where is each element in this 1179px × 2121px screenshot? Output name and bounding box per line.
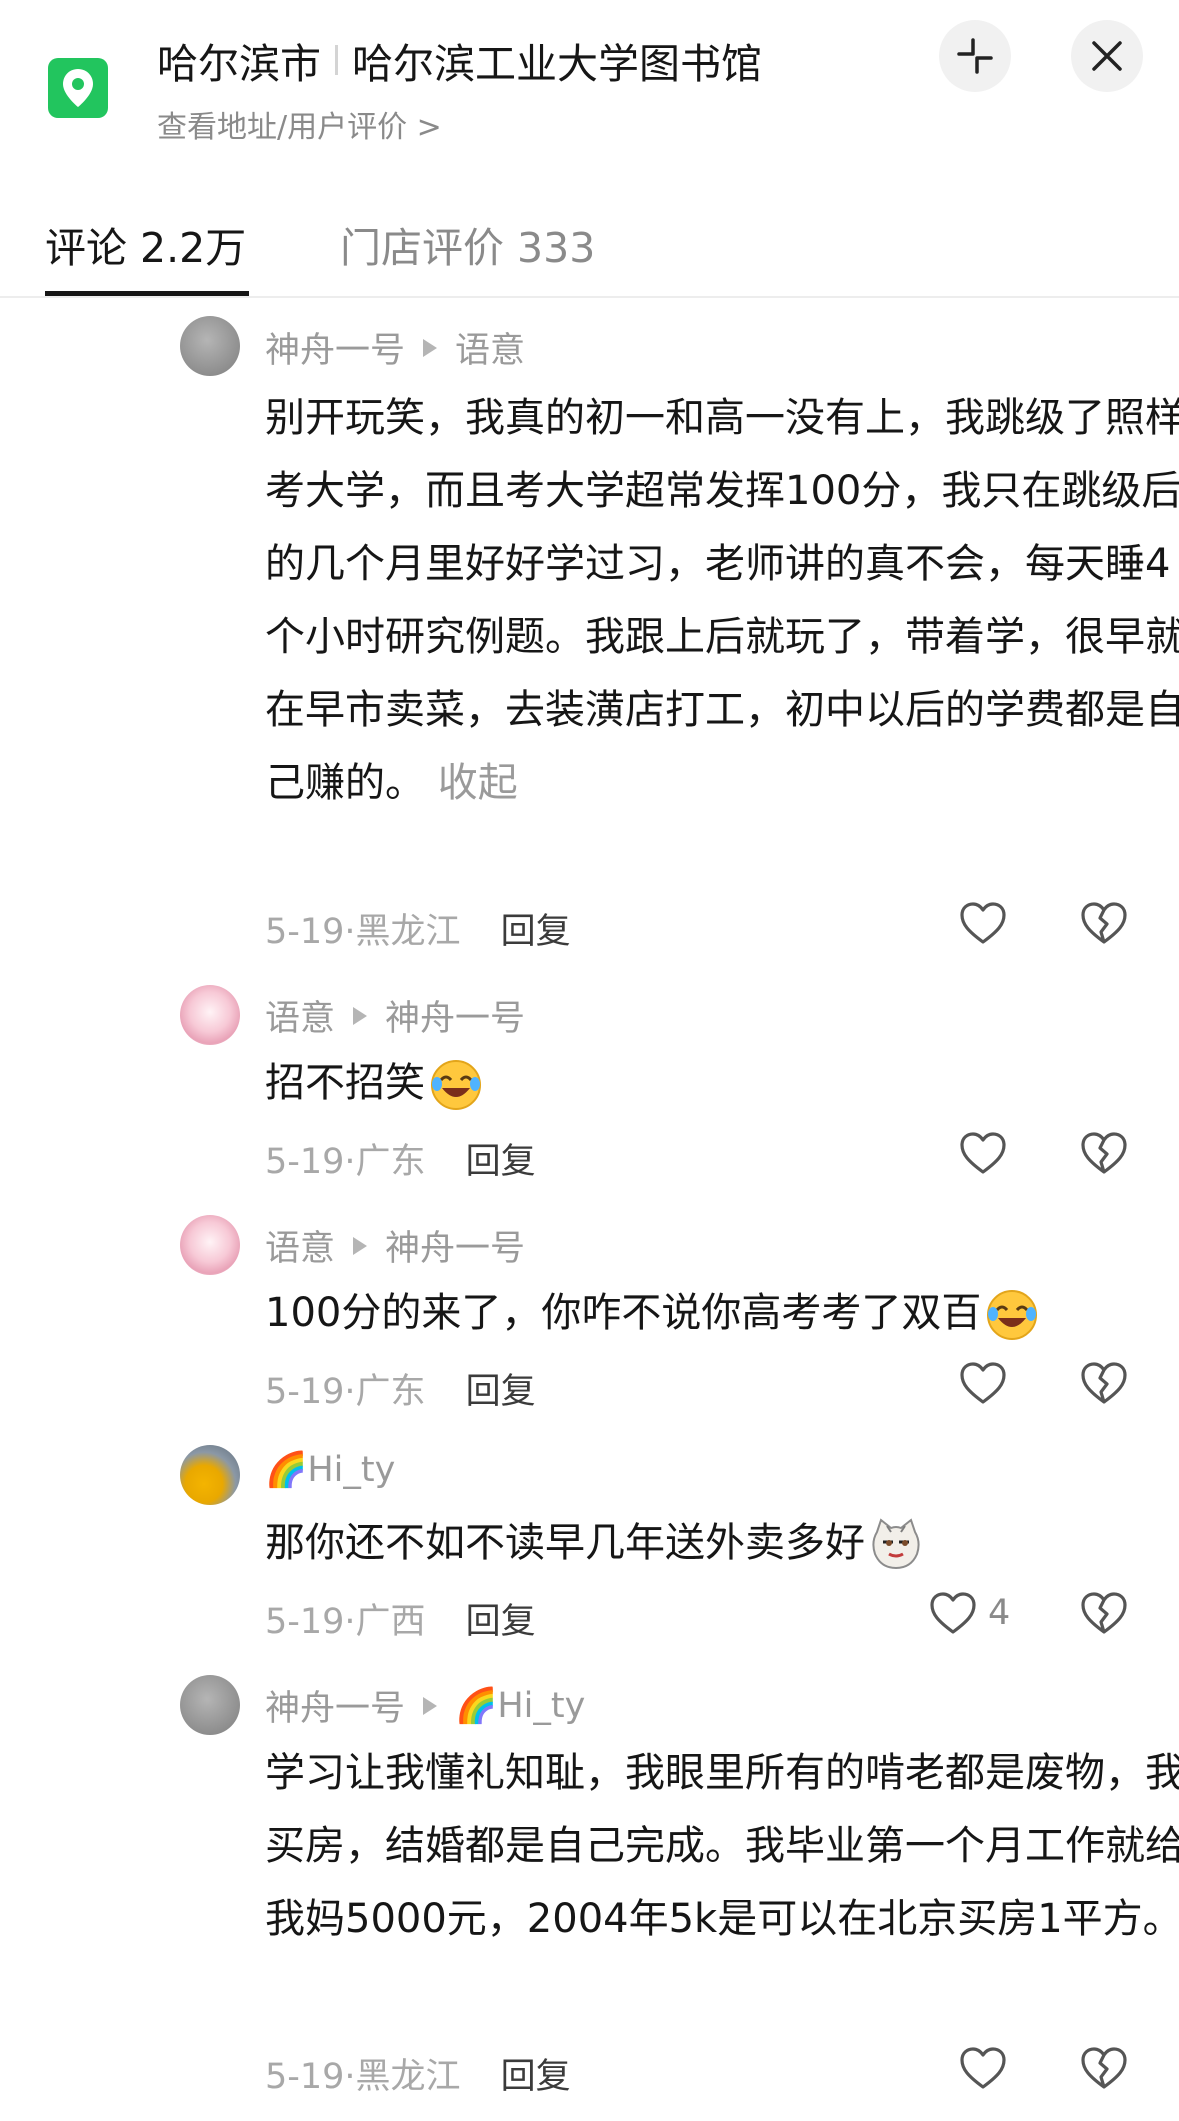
- map-pin-icon[interactable]: [48, 58, 108, 118]
- tab-comments[interactable]: 评论 2.2万: [45, 214, 246, 274]
- reply-arrow-icon: [423, 338, 438, 357]
- comment-author-row: 神舟一号 语意: [265, 322, 525, 373]
- comment-body: 100分的来了，你咋不说你高考考了双百: [265, 1290, 982, 1336]
- comment-date-location: 5-19·广东: [265, 1372, 426, 1412]
- laughing-crying-emoji-icon: [987, 1290, 1038, 1340]
- reply-to-username[interactable]: 语意: [455, 322, 525, 373]
- like-button[interactable]: 4: [928, 1590, 1010, 1636]
- like-button[interactable]: [958, 2045, 1008, 2091]
- place-name: 哈尔滨工业大学图书馆: [352, 40, 762, 88]
- reply-arrow-icon: [353, 1236, 368, 1255]
- username[interactable]: 神舟一号: [265, 322, 405, 373]
- reply-arrow-icon: [353, 1006, 368, 1025]
- heart-icon: [960, 902, 1006, 944]
- dislike-button[interactable]: [1079, 900, 1129, 946]
- avatar[interactable]: [180, 316, 240, 376]
- comment-meta: 5-19·黑龙江 回复: [265, 2048, 571, 2099]
- comment-meta: 5-19·黑龙江 回复: [265, 903, 571, 954]
- comment-meta: 5-19·广东 回复: [265, 1133, 536, 1184]
- reply-button[interactable]: 回复: [501, 2048, 571, 2099]
- broken-heart-icon: [1081, 902, 1127, 944]
- username[interactable]: 语意: [265, 990, 335, 1041]
- dislike-button[interactable]: [1079, 1360, 1129, 1406]
- avatar[interactable]: [180, 985, 240, 1045]
- tabs-divider: [0, 296, 1179, 298]
- comment-date-location: 5-19·广西: [265, 1602, 426, 1642]
- collapse-icon: [957, 38, 993, 74]
- comment-body: 别开玩笑，我真的初一和高一没有上，我跳级了照样考大学，而且考大学超常发挥100分…: [265, 395, 1179, 806]
- like-button[interactable]: [958, 900, 1008, 946]
- comment-date-location: 5-19·广东: [265, 1142, 426, 1182]
- like-button[interactable]: [958, 1130, 1008, 1176]
- dislike-button[interactable]: [1079, 1590, 1129, 1636]
- dislike-button[interactable]: [1079, 1130, 1129, 1176]
- tab-store-reviews[interactable]: 门店评价 333: [340, 214, 595, 274]
- reply-to-username[interactable]: 神舟一号: [385, 990, 525, 1041]
- username[interactable]: 语意: [265, 1220, 335, 1271]
- comment-meta: 5-19·广东 回复: [265, 1363, 536, 1414]
- reply-button[interactable]: 回复: [466, 1593, 536, 1644]
- broken-heart-icon: [1081, 1592, 1127, 1634]
- reply-button[interactable]: 回复: [501, 903, 571, 954]
- username[interactable]: 神舟一号: [265, 1680, 405, 1731]
- comment-text: 招不招笑: [265, 1047, 1179, 1120]
- heart-icon: [960, 1362, 1006, 1404]
- like-button[interactable]: [958, 1360, 1008, 1406]
- avatar[interactable]: [180, 1675, 240, 1735]
- like-count: 4: [988, 1593, 1011, 1633]
- username[interactable]: Hi_ty: [307, 1450, 395, 1490]
- reply-to-username[interactable]: Hi_ty: [497, 1686, 585, 1726]
- heart-icon: [960, 1132, 1006, 1174]
- comment-body: 学习让我懂礼知耻，我眼里所有的啃老都是废物，我买房，结婚都是自己完成。我毕业第一…: [265, 1750, 1179, 1942]
- title-divider: [335, 45, 338, 75]
- reply-button[interactable]: 回复: [466, 1363, 536, 1414]
- city-label: 哈尔滨市: [157, 40, 321, 88]
- comment-text: 学习让我懂礼知耻，我眼里所有的啃老都是废物，我买房，结婚都是自己完成。我毕业第一…: [265, 1737, 1179, 1956]
- comment-body: 那你还不如不读早几年送外卖多好: [265, 1520, 865, 1566]
- broken-heart-icon: [1081, 1362, 1127, 1404]
- place-title[interactable]: 哈尔滨市 哈尔滨工业大学图书馆: [157, 30, 762, 90]
- collapse-button[interactable]: [939, 20, 1011, 92]
- heart-icon: [930, 1592, 976, 1634]
- view-address-link[interactable]: 查看地址/用户评价 >: [157, 102, 442, 146]
- rainbow-icon: 🌈: [455, 1685, 498, 1726]
- comment-body: 招不招笑: [265, 1060, 425, 1106]
- dislike-button[interactable]: [1079, 2045, 1129, 2091]
- rainbow-icon: 🌈: [265, 1450, 308, 1490]
- comment-text: 别开玩笑，我真的初一和高一没有上，我跳级了照样考大学，而且考大学超常发挥100分…: [265, 382, 1179, 820]
- collapse-link[interactable]: 收起: [438, 760, 518, 806]
- reply-arrow-icon: [423, 1696, 438, 1715]
- close-button[interactable]: [1071, 20, 1143, 92]
- reply-to-username[interactable]: 神舟一号: [385, 1220, 525, 1271]
- heart-icon: [960, 2047, 1006, 2089]
- comment-author-row: 神舟一号 🌈 Hi_ty: [265, 1680, 585, 1731]
- smug-cat-emoji-icon: [872, 1518, 920, 1570]
- broken-heart-icon: [1081, 1132, 1127, 1174]
- comment-author-row: 语意 神舟一号: [265, 1220, 525, 1271]
- comment-text: 100分的来了，你咋不说你高考考了双百: [265, 1277, 1179, 1350]
- comment-text: 那你还不如不读早几年送外卖多好: [265, 1507, 1179, 1580]
- comment-author-row: 语意 神舟一号: [265, 990, 525, 1041]
- avatar[interactable]: [180, 1445, 240, 1505]
- avatar[interactable]: [180, 1215, 240, 1275]
- reply-button[interactable]: 回复: [466, 1133, 536, 1184]
- comment-meta: 5-19·广西 回复: [265, 1593, 536, 1644]
- comment-date-location: 5-19·黑龙江: [265, 2057, 461, 2097]
- close-icon: [1092, 41, 1122, 71]
- laughing-crying-emoji-icon: [431, 1060, 481, 1110]
- broken-heart-icon: [1081, 2047, 1127, 2089]
- comment-author-row: 🌈 Hi_ty: [265, 1450, 395, 1490]
- comment-date-location: 5-19·黑龙江: [265, 912, 461, 952]
